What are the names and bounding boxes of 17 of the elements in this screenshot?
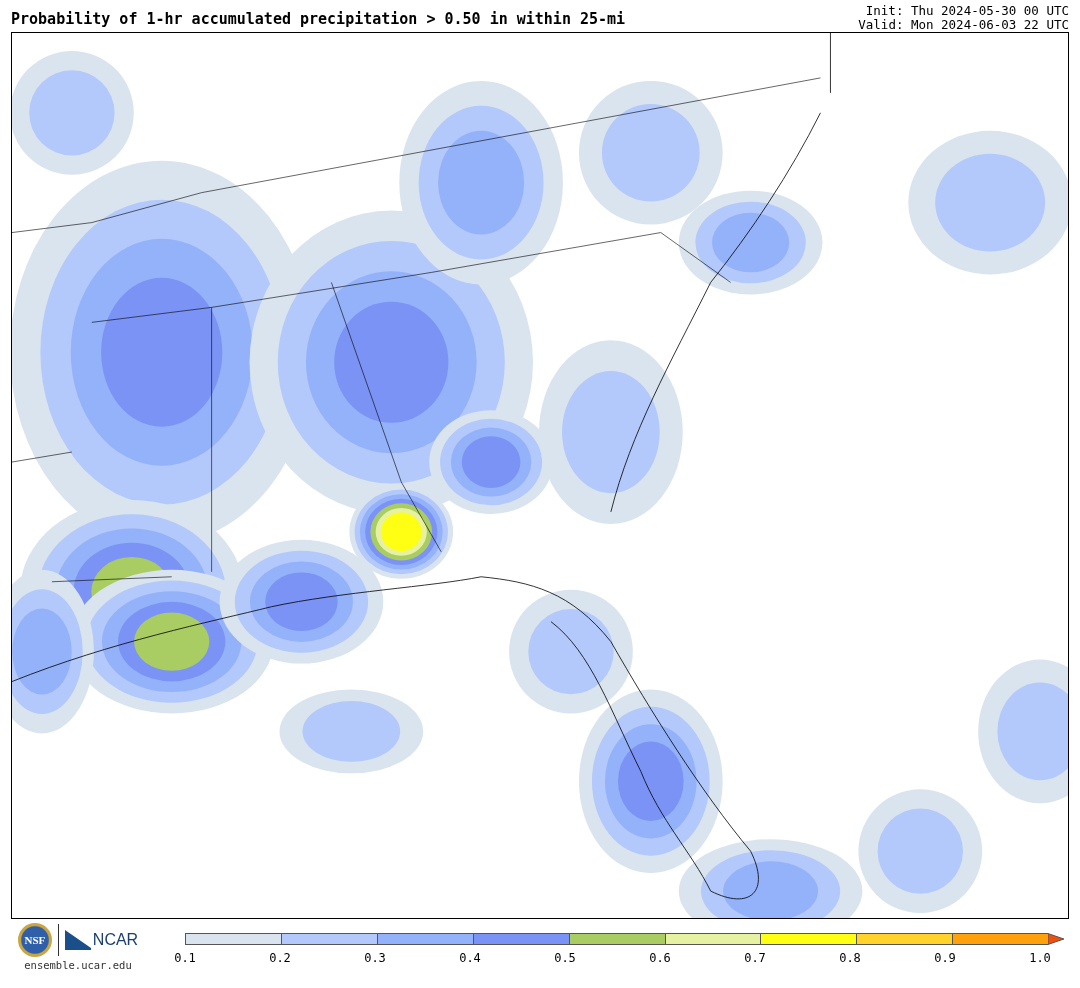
colorbar-label: 0.8 (838, 951, 862, 965)
colorbar-label: 0.3 (363, 951, 387, 965)
ncar-logo: NCAR (92, 931, 139, 949)
colorbar-label: 0.4 (458, 951, 482, 965)
valid-time: Valid: Mon 2024-06-03 22 UTC (858, 18, 1069, 32)
colorbar-label: 0.9 (933, 951, 957, 965)
ncar-logo-icon (64, 930, 91, 950)
colorbar-label: 0.7 (743, 951, 767, 965)
colorbar-label: 1.0 (1028, 951, 1052, 965)
colorbar-label: 0.1 (173, 951, 197, 965)
init-time: Init: Thu 2024-05-30 00 UTC (865, 4, 1069, 18)
colorbar-label: 0.6 (648, 951, 672, 965)
website-url: ensemble.ucar.edu (24, 959, 132, 971)
colorbar-label: 0.2 (268, 951, 292, 965)
nsf-logo: NSF (17, 923, 52, 957)
chart-title: Probability of 1-hr accumulated precipitation > 0.50 in within 25-mi (11, 10, 626, 28)
colorbar-label: 0.5 (553, 951, 577, 965)
